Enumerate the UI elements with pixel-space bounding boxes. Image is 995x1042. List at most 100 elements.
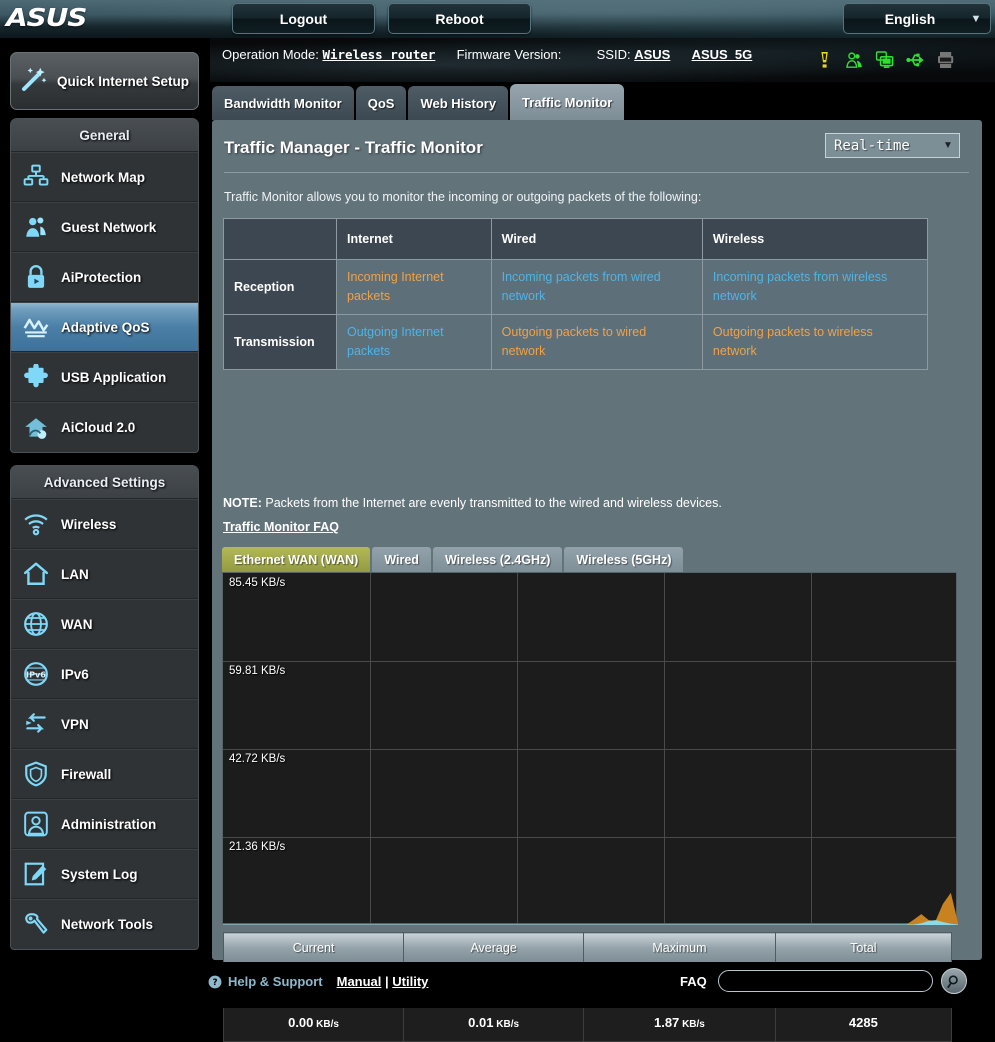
tab-traffic-monitor[interactable]: Traffic Monitor [510,84,625,120]
svg-text:IPv6: IPv6 [26,669,46,679]
warning-icon[interactable] [815,49,834,71]
language-select[interactable]: English ▼ [843,3,991,34]
sidebar-item-label: Administration [61,816,157,832]
language-label: English [884,10,936,27]
wifi-icon [11,511,61,537]
sidebar-item-usb-application[interactable]: USB Application [11,352,198,402]
stats-transmission-maximum: 1.87 KB/s [583,1002,776,1042]
manual-link[interactable]: Manual [337,974,382,989]
stats-header-average: Average [403,932,585,964]
sidebar-item-label: LAN [61,566,89,582]
cell-reception-internet: Incoming Internet packets [336,259,492,315]
chart-tab-wired[interactable]: Wired [372,547,431,572]
ipv6-icon: IPv6 [11,661,61,687]
sidebar-item-aiprotection[interactable]: AiProtection [11,252,198,302]
chevron-down-icon: ▼ [943,140,953,151]
sidebar-item-label: System Log [61,866,138,882]
help-support-group: ? Help & Support Manual | Utility [208,974,428,989]
utility-link[interactable]: Utility [392,974,428,989]
search-icon[interactable] [941,968,967,994]
traffic-monitor-faq-link[interactable]: Traffic Monitor FAQ [223,520,339,534]
logout-button[interactable]: Logout [232,3,375,34]
row-label-transmission: Transmission [223,314,337,370]
asus-logo[interactable]: ASUS [6,5,140,31]
sidebar-item-label: IPv6 [61,666,89,682]
sidebar-item-aicloud[interactable]: AiCloud 2.0 [11,402,198,452]
pencil-note-icon [11,861,61,887]
firmware-label: Firmware Version: [456,47,562,62]
operation-mode-label: Operation Mode: [222,47,319,62]
wrench-icon [11,912,61,938]
network-map-icon [11,164,61,190]
lock-icon [11,264,61,290]
chart-plot-area [223,892,958,925]
traffic-description-table: Internet Wired Wireless Reception Incomi… [223,218,929,370]
chart-tab-wireless-5[interactable]: Wireless (5GHz) [564,547,684,572]
question-icon: ? [208,975,222,988]
traffic-chart[interactable]: 85.45 KB/s 59.81 KB/s 42.72 KB/s 21.36 K… [222,572,958,925]
sidebar-item-firewall[interactable]: Firewall [11,749,198,799]
sidebar-item-guest-network[interactable]: Guest Network [11,202,198,252]
sidebar-item-label: Network Map [61,169,146,185]
stats-transmission-current: 0.00 KB/s [222,1002,405,1042]
chart-series-reception [223,892,958,925]
table-header-wireless: Wireless [701,218,929,260]
sidebar-item-network-map[interactable]: Network Map [11,152,198,202]
guest-network-icon[interactable] [845,49,864,71]
reboot-button[interactable]: Reboot [388,3,531,34]
table-row: Reception Incoming Internet packets Inco… [223,259,929,315]
magic-wand-icon [11,64,57,99]
usb-icon[interactable] [905,49,925,71]
sidebar-item-vpn[interactable]: VPN [11,699,198,749]
printer-icon[interactable] [936,49,955,71]
sidebar-item-label: Network Tools [61,917,154,932]
vpn-icon [11,711,61,737]
cell-transmission-wired: Outgoing packets to wired network [490,314,703,370]
sidebar-item-ipv6[interactable]: IPv6 IPv6 [11,649,198,699]
tab-web-history[interactable]: Web History [408,86,509,120]
stats-header-maximum: Maximum [583,932,776,964]
stats-transmission-average: 0.01 KB/s [403,1002,585,1042]
ssid-24ghz[interactable]: ASUS [634,47,670,62]
client-list-icon[interactable] [875,49,894,71]
operation-mode-value[interactable]: Wireless router [322,47,435,62]
chart-icon [11,314,61,340]
help-support-label[interactable]: Help & Support [228,974,323,989]
sidebar-item-lan[interactable]: LAN [11,549,198,599]
note-text: NOTE: Packets from the Internet are even… [223,496,722,510]
sidebar-item-wireless[interactable]: Wireless [11,499,198,549]
ssid-label: SSID: [596,47,631,62]
router-info-text: Operation Mode: Wireless router Firmware… [222,47,752,62]
tab-qos[interactable]: QoS [355,86,407,120]
divider [224,172,969,173]
sidebar-group-general-title: General [11,119,198,152]
table-header-blank [223,218,337,260]
sidebar-item-label: VPN [61,716,89,732]
quick-internet-setup-button[interactable]: Quick Internet Setup [10,52,199,110]
sidebar: Quick Internet Setup General Network Map [0,38,210,968]
sidebar-item-system-log[interactable]: System Log [11,849,198,899]
tab-bar: Bandwidth Monitor QoS Web History Traffi… [212,84,626,120]
sidebar-item-label: Guest Network [61,219,157,235]
table-row: Transmission Outgoing Internet packets O… [223,314,929,370]
guest-network-icon [11,214,61,240]
ssid-5ghz[interactable]: ASUS_5G [692,47,753,62]
faq-search-input[interactable] [718,970,933,992]
table-row: 0.00 KB/s 0.01 KB/s 1.87 KB/s 4285 [222,1002,953,1042]
sidebar-item-label: USB Application [61,369,167,385]
sidebar-item-administration[interactable]: Administration [11,799,198,849]
table-header-row: Internet Wired Wireless [223,218,929,260]
period-select[interactable]: Real-time ▼ [825,133,960,158]
note-prefix: NOTE: [223,496,262,510]
tab-bandwidth-monitor[interactable]: Bandwidth Monitor [212,86,354,120]
sidebar-item-label: Firewall [61,766,112,782]
table-header-wired: Wired [490,218,703,260]
stats-header-row: Current Average Maximum Total [222,932,953,964]
cell-transmission-wireless: Outgoing packets to wireless network [701,314,929,370]
sidebar-item-adaptive-qos[interactable]: Adaptive QoS [11,302,198,352]
sidebar-item-label: AiCloud 2.0 [61,420,136,435]
sidebar-item-wan[interactable]: WAN [11,599,198,649]
sidebar-item-network-tools[interactable]: Network Tools [11,899,198,949]
chart-tab-wireless-24[interactable]: Wireless (2.4GHz) [432,547,563,572]
chart-tab-ethernet-wan[interactable]: Ethernet WAN (WAN) [222,547,371,572]
